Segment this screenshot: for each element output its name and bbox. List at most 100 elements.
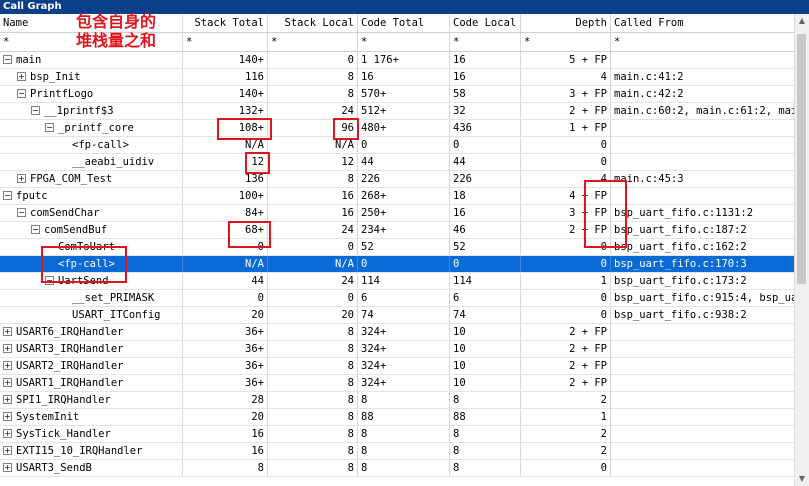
scroll-up-icon[interactable]: ▲: [795, 14, 809, 28]
cell-name: __aeabi_uidiv: [0, 154, 183, 170]
table-row[interactable]: + USART3_IRQHandler 36+ 8 324+ 10 2 + FP: [0, 341, 795, 358]
table-row[interactable]: − PrintfLogo 140+ 8 570+ 58 3 + FP main.c:42:2: [0, 86, 795, 103]
expand-icon[interactable]: +: [17, 72, 26, 81]
table-row[interactable]: − _printf_core 108+ 96 480+ 436 1 + FP: [0, 120, 795, 137]
column-header-stack-total[interactable]: Stack Total: [183, 14, 268, 32]
cell-code-total: 8: [358, 392, 450, 408]
cell-called-from: [611, 52, 795, 68]
function-name: comSendChar: [30, 207, 100, 219]
cell-code-local: 10: [450, 341, 521, 357]
function-name: __aeabi_uidiv: [72, 156, 155, 168]
cell-called-from: bsp_uart_fifo.c:162:2: [614, 241, 747, 253]
expand-icon[interactable]: +: [3, 446, 12, 455]
cell-called-from: [611, 120, 795, 136]
table-row[interactable]: + SPI1_IRQHandler 28 8 8 8 2: [0, 392, 795, 409]
cell-stack-local: 12: [268, 154, 358, 170]
column-header-depth[interactable]: Depth: [521, 14, 611, 32]
cell-depth: 2: [521, 392, 611, 408]
expand-icon[interactable]: +: [3, 463, 12, 472]
column-header-called-from[interactable]: Called From: [611, 14, 795, 32]
expand-icon[interactable]: +: [17, 174, 26, 183]
filter-code-total[interactable]: *: [358, 33, 450, 51]
cell-code-local: 16: [450, 205, 521, 221]
cell-stack-total: N/A: [183, 256, 268, 272]
column-header-code-total[interactable]: Code Total: [358, 14, 450, 32]
table-row[interactable]: __aeabi_uidiv 12 12 44 44 0: [0, 154, 795, 171]
expand-icon[interactable]: +: [3, 327, 12, 336]
cell-code-total: 0: [358, 256, 450, 272]
table-row[interactable]: + SysTick_Handler 16 8 8 8 2: [0, 426, 795, 443]
cell-code-local: 0: [450, 137, 521, 153]
expand-icon[interactable]: +: [3, 412, 12, 421]
cell-depth: 4: [521, 69, 611, 85]
cell-stack-total: 8: [183, 460, 268, 476]
column-header-code-local[interactable]: Code Local: [450, 14, 521, 32]
table-row[interactable]: − comSendChar 84+ 16 250+ 16 3 + FP bsp_uart_fi…: [0, 205, 795, 222]
cell-stack-total: 116: [183, 69, 268, 85]
collapse-icon[interactable]: −: [31, 225, 40, 234]
table-row[interactable]: __set_PRIMASK 0 0 6 6 0 bsp_uart_fifo.c:915:4,…: [0, 290, 795, 307]
collapse-icon[interactable]: −: [17, 208, 26, 217]
table-row[interactable]: + FPGA_COM_Test 136 8 226 226 4 main.c:45:3: [0, 171, 795, 188]
expand-icon[interactable]: +: [3, 395, 12, 404]
cell-stack-total: 28: [183, 392, 268, 408]
expand-icon[interactable]: +: [3, 429, 12, 438]
cell-stack-local: N/A: [268, 256, 358, 272]
collapse-icon[interactable]: −: [3, 55, 12, 64]
table-row[interactable]: − main 140+ 0 1 176+ 16 5 + FP: [0, 52, 795, 69]
scrollbar-thumb[interactable]: [797, 34, 806, 284]
cell-name: − PrintfLogo: [0, 86, 183, 102]
cell-called-from: main.c:42:2: [614, 88, 684, 100]
filter-depth[interactable]: *: [521, 33, 611, 51]
cell-stack-local: 8: [268, 341, 358, 357]
scroll-down-icon[interactable]: ▼: [795, 472, 809, 486]
expand-icon[interactable]: +: [3, 378, 12, 387]
cell-called-from: bsp_uart_fifo.c:173:2: [614, 275, 747, 287]
cell-depth: 0: [521, 290, 611, 306]
function-name: USART2_IRQHandler: [16, 360, 124, 372]
cell-stack-total: 140+: [183, 86, 268, 102]
function-name: <fp-call>: [72, 139, 129, 151]
cell-name: + USART1_IRQHandler: [0, 375, 183, 391]
table-row[interactable]: + USART3_SendB 8 8 8 8 0: [0, 460, 795, 477]
cell-stack-local: 24: [268, 222, 358, 238]
column-header-stack-local[interactable]: Stack Local: [268, 14, 358, 32]
table-row[interactable]: − fputc 100+ 16 268+ 18 4 + FP: [0, 188, 795, 205]
cell-depth: 2 + FP: [521, 324, 611, 340]
table-row[interactable]: − __1printf$3 132+ 24 512+ 32 2 + FP main.c:60:…: [0, 103, 795, 120]
cell-code-local: 8: [450, 460, 521, 476]
cell-called-from: [611, 324, 795, 340]
vertical-scrollbar[interactable]: ▲ ▼: [794, 14, 809, 486]
collapse-icon[interactable]: −: [45, 123, 54, 132]
cell-called-from: [611, 409, 795, 425]
cell-called-from: [611, 426, 795, 442]
table-row[interactable]: + SystemInit 20 8 88 88 1: [0, 409, 795, 426]
function-name: SysTick_Handler: [16, 428, 111, 440]
filter-stack-total[interactable]: *: [183, 33, 268, 51]
table-row[interactable]: + USART6_IRQHandler 36+ 8 324+ 10 2 + FP: [0, 324, 795, 341]
cell-stack-local: 24: [268, 103, 358, 119]
filter-called-from[interactable]: *: [611, 33, 795, 51]
table-row[interactable]: + EXTI15_10_IRQHandler 16 8 8 8 2: [0, 443, 795, 460]
collapse-icon[interactable]: −: [31, 106, 40, 115]
table-row[interactable]: + bsp_Init 116 8 16 16 4 main.c:41:2: [0, 69, 795, 86]
expand-icon[interactable]: +: [3, 344, 12, 353]
cell-code-total: 234+: [358, 222, 450, 238]
cell-depth: 2: [521, 426, 611, 442]
highlight-box: [584, 180, 627, 248]
collapse-icon[interactable]: −: [17, 89, 26, 98]
table-row[interactable]: + USART2_IRQHandler 36+ 8 324+ 10 2 + FP: [0, 358, 795, 375]
cell-stack-total: 16: [183, 443, 268, 459]
table-row[interactable]: <fp-call> N/A N/A 0 0 0: [0, 137, 795, 154]
cell-code-total: 1 176+: [358, 52, 450, 68]
filter-stack-local[interactable]: *: [268, 33, 358, 51]
filter-code-local[interactable]: *: [450, 33, 521, 51]
collapse-icon[interactable]: −: [3, 191, 12, 200]
cell-stack-local: 8: [268, 86, 358, 102]
table-row[interactable]: − comSendBuf 68+ 24 234+ 46 2 + FP bsp_uart_fif…: [0, 222, 795, 239]
table-row[interactable]: USART_ITConfig 20 20 74 74 0 bsp_uart_fifo.c:9…: [0, 307, 795, 324]
cell-stack-total: 36+: [183, 375, 268, 391]
cell-depth: 0: [521, 460, 611, 476]
table-row[interactable]: + USART1_IRQHandler 36+ 8 324+ 10 2 + FP: [0, 375, 795, 392]
expand-icon[interactable]: +: [3, 361, 12, 370]
